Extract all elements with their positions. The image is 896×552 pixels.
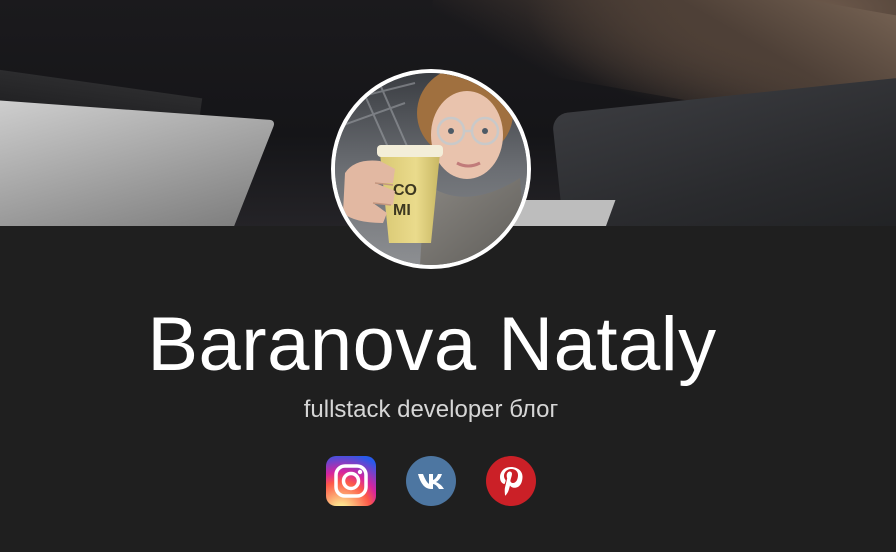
vk-icon <box>406 456 456 506</box>
social-links <box>326 456 536 506</box>
profile-name: Baranova Nataly <box>147 302 717 387</box>
cup-text-1: CO <box>393 182 417 199</box>
instagram-link[interactable] <box>326 456 376 506</box>
profile-subtitle: fullstack developer блог <box>303 396 559 423</box>
vk-link[interactable] <box>406 456 456 506</box>
avatar[interactable]: CO MI <box>331 69 531 269</box>
cup-text-2: MI <box>393 202 411 219</box>
avatar-photo: CO MI <box>335 73 527 265</box>
profile-page: CO MI Baranova Nataly fullstack develope… <box>0 0 896 552</box>
instagram-icon <box>326 456 376 506</box>
pinterest-link[interactable] <box>486 456 536 506</box>
pinterest-icon <box>486 456 536 506</box>
cover-shape <box>0 100 276 226</box>
